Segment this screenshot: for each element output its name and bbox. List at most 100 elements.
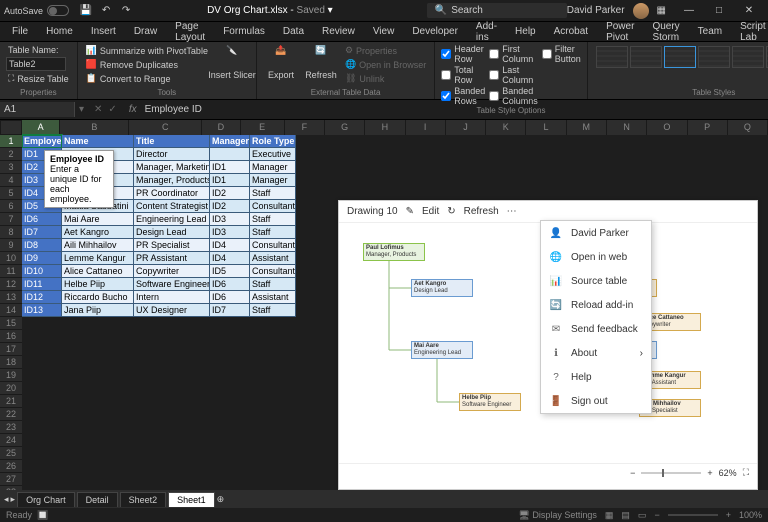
table-header-cell[interactable]: Title — [134, 135, 210, 148]
refresh-button[interactable]: 🔄Refresh — [303, 44, 339, 81]
table-cell[interactable]: Consultant — [250, 239, 296, 252]
menu-help[interactable]: ?Help — [541, 365, 651, 389]
menu-david-parker[interactable]: 👤David Parker — [541, 221, 651, 245]
table-cell[interactable]: ID4 — [210, 252, 250, 265]
tab-acrobat[interactable]: Acrobat — [546, 23, 596, 40]
col-header[interactable]: E — [241, 120, 285, 135]
col-header[interactable]: J — [446, 120, 486, 135]
table-cell[interactable]: UX Designer — [134, 304, 210, 317]
prev-sheet-icon[interactable]: ◂ — [4, 494, 9, 505]
table-cell[interactable]: ID2 — [210, 200, 250, 213]
table-cell[interactable]: Software Engineer — [134, 278, 210, 291]
view-break-icon[interactable]: ▭ — [638, 510, 647, 521]
zoom-slider[interactable] — [641, 472, 701, 474]
zoom-slider-status[interactable] — [668, 514, 718, 516]
last-col-check[interactable]: Last Column — [489, 65, 538, 85]
table-cell[interactable]: Copywriter — [134, 265, 210, 278]
table-cell[interactable]: Manager — [250, 174, 296, 187]
zoom-in-status-icon[interactable]: + — [726, 510, 731, 520]
cancel-formula-icon[interactable]: ✕ — [94, 104, 102, 115]
col-header[interactable]: A — [22, 120, 60, 135]
total-row-check[interactable]: Total Row — [441, 65, 485, 85]
table-cell[interactable]: ID3 — [210, 213, 250, 226]
sheet-tab-detail[interactable]: Detail — [77, 492, 118, 507]
tab-data[interactable]: Data — [275, 23, 312, 40]
zoom-in-icon[interactable]: + — [707, 468, 712, 478]
row-header[interactable]: 22 — [0, 408, 22, 421]
sheet-tab-sheet2[interactable]: Sheet2 — [120, 492, 167, 507]
tab-review[interactable]: Review — [314, 23, 363, 40]
row-header[interactable]: 17 — [0, 343, 22, 356]
table-cell[interactable]: ID6 — [210, 291, 250, 304]
table-cell[interactable]: ID7 — [22, 226, 62, 239]
col-header[interactable]: D — [202, 120, 240, 135]
col-header[interactable]: H — [365, 120, 405, 135]
row-header[interactable]: 23 — [0, 421, 22, 434]
maximize-button[interactable]: □ — [704, 1, 734, 21]
table-cell[interactable]: Jana Piip — [62, 304, 134, 317]
style-thumb[interactable] — [630, 46, 662, 68]
table-cell[interactable]: Staff — [250, 226, 296, 239]
zoom-out-icon[interactable]: − — [630, 468, 635, 478]
edit-icon[interactable]: ✎ — [406, 206, 414, 217]
autosave-toggle[interactable] — [47, 5, 69, 16]
convert-range-button[interactable]: 📋 Convert to Range — [84, 72, 210, 85]
select-all-corner[interactable] — [0, 120, 22, 135]
col-header[interactable]: P — [688, 120, 728, 135]
sheet-tab-org-chart[interactable]: Org Chart — [17, 492, 75, 507]
col-header[interactable]: Q — [728, 120, 768, 135]
table-cell[interactable]: Intern — [134, 291, 210, 304]
row-header[interactable]: 4 — [0, 174, 22, 187]
table-cell[interactable]: Manager — [250, 161, 296, 174]
refresh-drawing-button[interactable]: Refresh — [464, 206, 499, 217]
row-header[interactable]: 11 — [0, 265, 22, 278]
table-styles-gallery[interactable] — [594, 44, 768, 88]
row-header[interactable]: 1 — [0, 135, 22, 148]
menu-sign-out[interactable]: 🚪Sign out — [541, 389, 651, 413]
table-cell[interactable]: Director — [134, 148, 210, 161]
style-thumb[interactable] — [596, 46, 628, 68]
row-header[interactable]: 25 — [0, 447, 22, 460]
table-cell[interactable]: ID1 — [210, 174, 250, 187]
table-cell[interactable]: Executive — [250, 148, 296, 161]
table-cell[interactable]: ID5 — [210, 265, 250, 278]
style-thumb[interactable] — [732, 46, 764, 68]
first-col-check[interactable]: First Column — [489, 44, 538, 64]
view-normal-icon[interactable]: ▦ — [605, 510, 614, 521]
table-cell[interactable]: Alice Cattaneo — [62, 265, 134, 278]
org-node[interactable]: Paul LofimusManager, Products — [363, 243, 425, 261]
fit-icon[interactable]: ⛶ — [743, 467, 749, 478]
menu-source-table[interactable]: 📊Source table — [541, 269, 651, 293]
zoom-level[interactable]: 100% — [739, 510, 762, 520]
table-cell[interactable]: Consultant — [250, 265, 296, 278]
table-cell[interactable]: Staff — [250, 213, 296, 226]
table-cell[interactable]: ID13 — [22, 304, 62, 317]
table-cell[interactable]: ID9 — [22, 252, 62, 265]
export-button[interactable]: 📤Export — [263, 44, 299, 81]
display-settings[interactable]: 🖥 Display Settings — [518, 510, 596, 521]
row-header[interactable]: 19 — [0, 369, 22, 382]
table-cell[interactable]: Mai Aare — [62, 213, 134, 226]
style-thumb[interactable] — [698, 46, 730, 68]
menu-about[interactable]: ℹAbout› — [541, 341, 651, 365]
table-cell[interactable]: Consultant — [250, 200, 296, 213]
row-header[interactable]: 10 — [0, 252, 22, 265]
table-cell[interactable]: Content Strategist — [134, 200, 210, 213]
pivot-button[interactable]: 📊 Summarize with PivotTable — [84, 44, 210, 57]
fx-icon[interactable]: fx — [123, 104, 143, 115]
col-header[interactable]: K — [486, 120, 526, 135]
table-cell[interactable]: Design Lead — [134, 226, 210, 239]
org-node[interactable]: Helbe PiipSoftware Engineer — [459, 393, 521, 411]
more-icon[interactable]: ⋯ — [507, 206, 517, 217]
table-cell[interactable]: Lemme Kangur — [62, 252, 134, 265]
remove-duplicates-button[interactable]: 🟥 Remove Duplicates — [84, 58, 210, 71]
table-cell[interactable]: Staff — [250, 278, 296, 291]
row-header[interactable]: 7 — [0, 213, 22, 226]
col-header[interactable]: F — [285, 120, 325, 135]
col-header[interactable]: B — [60, 120, 129, 135]
row-header[interactable]: 13 — [0, 291, 22, 304]
resize-table-button[interactable]: ⛶ Resize Table — [6, 72, 71, 85]
table-cell[interactable]: ID10 — [22, 265, 62, 278]
col-header[interactable]: C — [129, 120, 202, 135]
tab-home[interactable]: Home — [38, 23, 81, 40]
